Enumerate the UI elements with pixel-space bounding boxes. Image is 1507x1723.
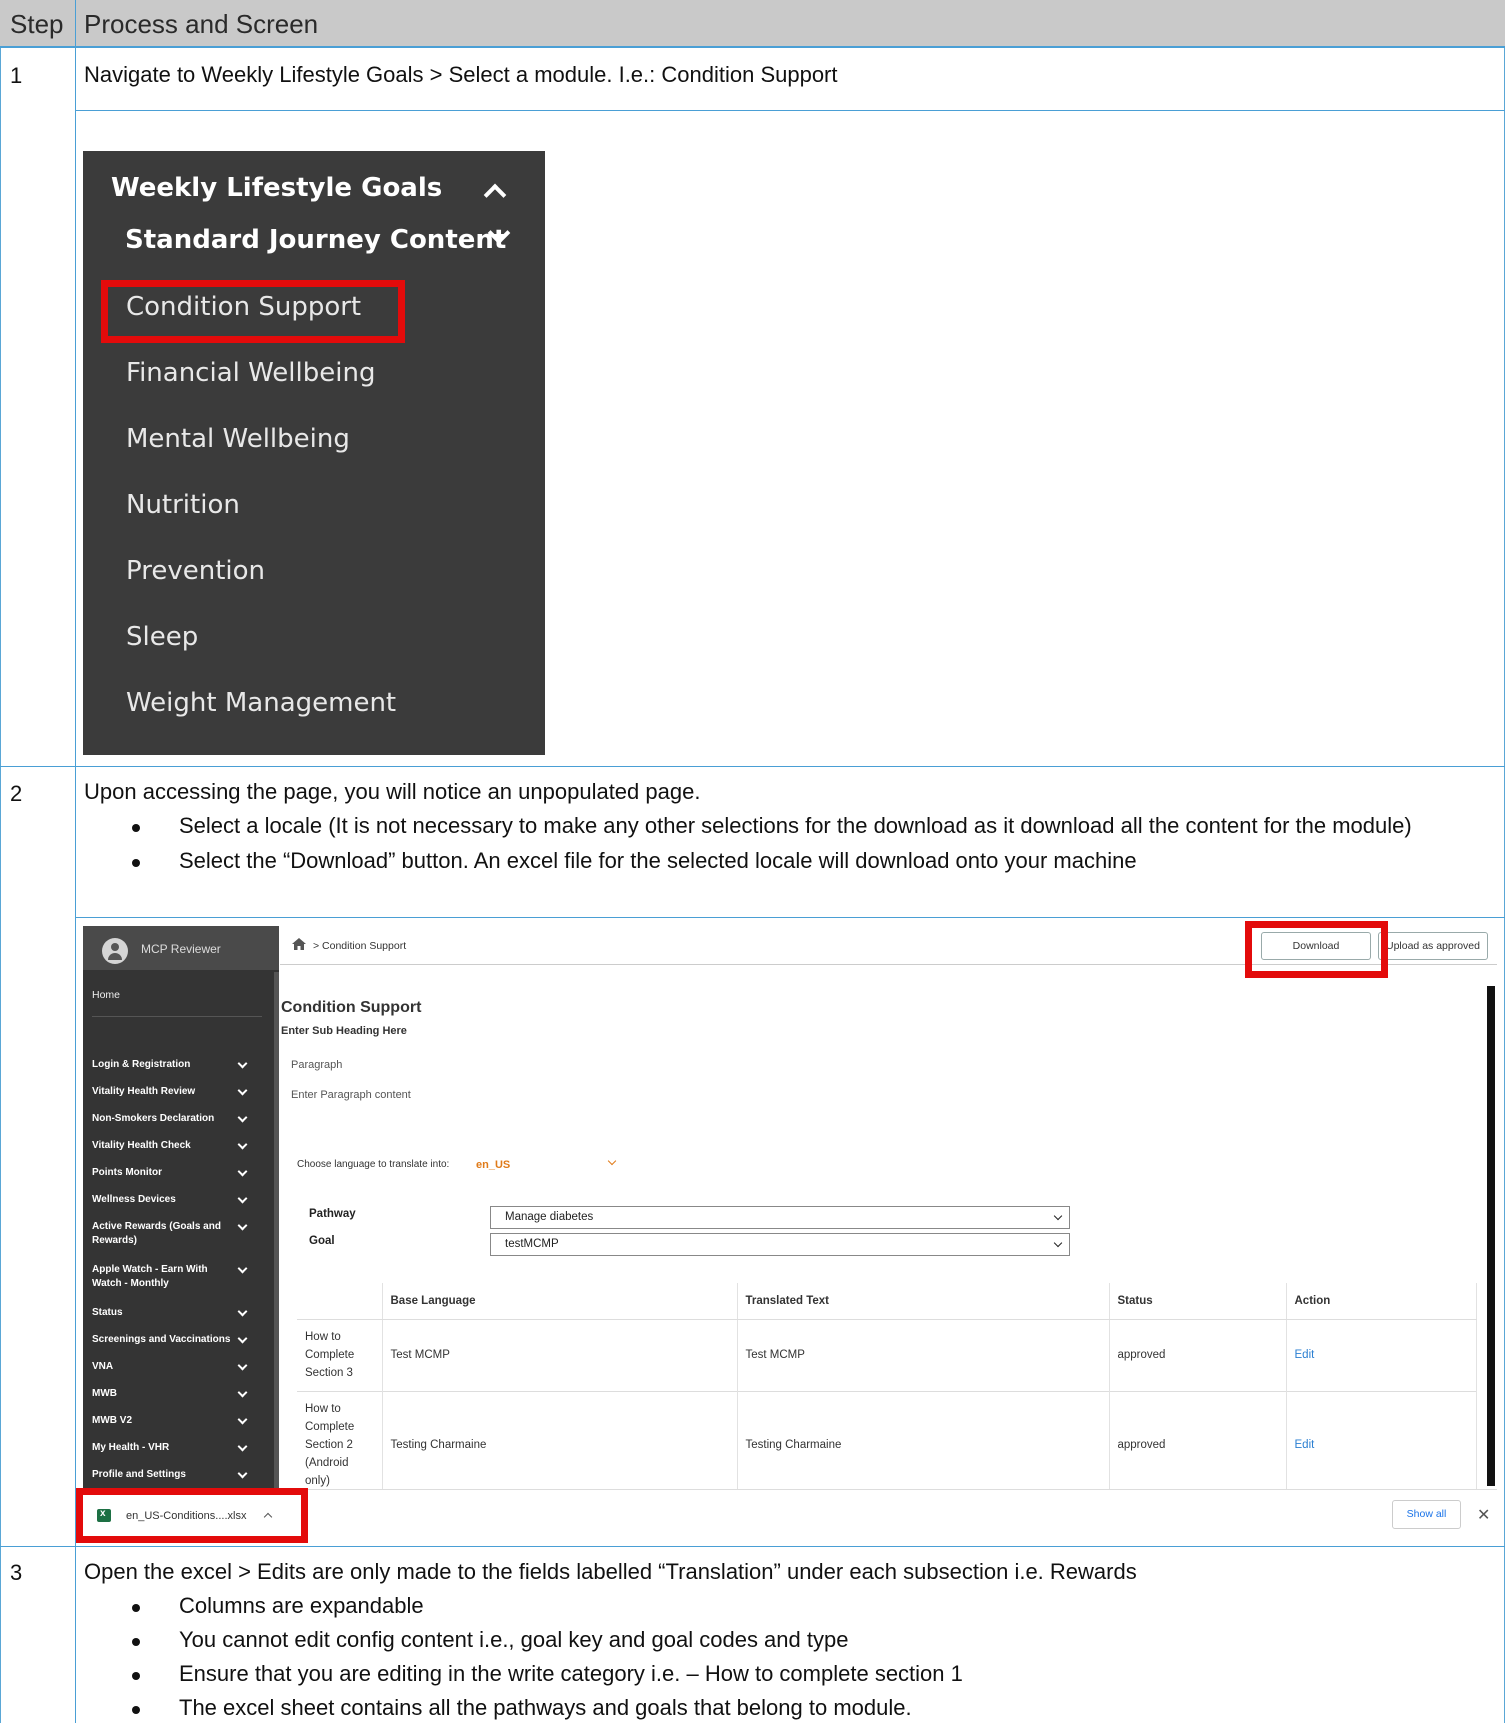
table-row: How to Complete Section 3 Test MCMP Test… (297, 1318, 1477, 1391)
menu-item-sleep[interactable]: Sleep (126, 622, 198, 652)
header-step: Step (10, 9, 64, 39)
upload-approved-button[interactable]: Upload as approved (1378, 932, 1488, 960)
edit-link[interactable]: Edit (1295, 1349, 1315, 1361)
menu-item-financial-wellbeing[interactable]: Financial Wellbeing (126, 358, 375, 388)
sidebar-item-home[interactable]: Home (92, 989, 120, 1001)
sidebar-item[interactable]: Profile and Settings (92, 1468, 232, 1482)
close-icon[interactable]: ✕ (1477, 1505, 1490, 1525)
sidebar-item[interactable]: MWB V2 (92, 1414, 232, 1428)
sidebar-item[interactable]: MWB (92, 1387, 232, 1401)
table-row: How to Complete Section 2 (Android only)… (297, 1390, 1477, 1498)
list-item: Ensure that you are editing in the write… (132, 1657, 1492, 1691)
condition-support-page-screenshot: MCP Reviewer Home Login & Registration Vi… (83, 926, 1497, 1540)
chevron-down-icon[interactable] (607, 1156, 617, 1166)
weekly-lifestyle-menu-screenshot: Weekly Lifestyle Goals Standard Journey … (83, 151, 545, 755)
translation-table: Base Language Translated Text Status Act… (297, 1283, 1477, 1498)
menu-subtitle[interactable]: Standard Journey Content (125, 225, 506, 255)
scrollbar[interactable] (1487, 986, 1495, 1486)
menu-item-nutrition[interactable]: Nutrition (126, 490, 240, 520)
highlight-box (101, 280, 405, 343)
list-item: Columns are expandable (132, 1589, 1492, 1623)
menu-title[interactable]: Weekly Lifestyle Goals (111, 173, 442, 203)
chevron-down-icon[interactable] (237, 1220, 248, 1231)
language-select[interactable]: en_US (476, 1159, 510, 1171)
step-number: 1 (10, 63, 23, 88)
step-instruction: Open the excel > Edits are only made to … (84, 1559, 1137, 1584)
language-label: Choose language to translate into: (297, 1159, 450, 1170)
sidebar-item[interactable]: Non-Smokers Declaration (92, 1112, 232, 1126)
chevron-down-icon[interactable] (237, 1387, 248, 1398)
breadcrumb-text[interactable]: > Condition Support (313, 940, 406, 952)
step-bullets: Select a locale (It is not necessary to … (132, 809, 1492, 878)
menu-item-prevention[interactable]: Prevention (126, 556, 265, 586)
chevron-down-icon[interactable] (237, 1166, 248, 1177)
chevron-down-icon[interactable] (237, 1306, 248, 1317)
pathway-label: Pathway (309, 1208, 356, 1220)
sidebar-item[interactable]: Status (92, 1306, 232, 1320)
menu-item-weight-management[interactable]: Weight Management (126, 688, 396, 718)
step-number: 3 (10, 1560, 23, 1585)
scrollbar[interactable] (274, 972, 279, 1490)
sidebar-item[interactable]: Vitality Health Check (92, 1139, 232, 1153)
sidebar-item[interactable]: Points Monitor (92, 1166, 232, 1180)
sidebar-item[interactable]: VNA (92, 1360, 232, 1374)
chevron-down-icon[interactable] (237, 1414, 248, 1425)
step-number: 2 (10, 781, 23, 806)
sidebar-item[interactable]: Wellness Devices (92, 1193, 232, 1207)
menu-item-mental-wellbeing[interactable]: Mental Wellbeing (126, 424, 350, 454)
goal-select[interactable]: testMCMP (490, 1233, 1070, 1256)
show-all-button[interactable]: Show all (1392, 1500, 1461, 1529)
list-item: Select a locale (It is not necessary to … (132, 809, 1492, 843)
step-instruction: Navigate to Weekly Lifestyle Goals > Sel… (84, 62, 838, 87)
step-instruction: Upon accessing the page, you will notice… (84, 779, 701, 804)
user-name: MCP Reviewer (141, 942, 221, 956)
chevron-down-icon[interactable] (237, 1360, 248, 1371)
sidebar-item[interactable]: My Health - VHR (92, 1441, 232, 1455)
sidebar-item[interactable]: Login & Registration (92, 1058, 232, 1072)
chevron-down-icon[interactable] (237, 1112, 248, 1123)
chevron-down-icon[interactable] (237, 1058, 248, 1069)
chevron-down-icon[interactable] (237, 1263, 248, 1274)
header-process: Process and Screen (84, 9, 319, 39)
list-item: The excel sheet contains all the pathway… (132, 1691, 1492, 1723)
sidebar-item[interactable]: Screenings and Vaccinations (92, 1333, 232, 1347)
sidebar: MCP Reviewer Home Login & Registration Vi… (83, 926, 279, 1507)
paragraph-content: Enter Paragraph content (291, 1089, 411, 1101)
sub-heading: Enter Sub Heading Here (281, 1025, 407, 1037)
chevron-down-icon[interactable] (237, 1193, 248, 1204)
avatar (102, 938, 128, 964)
pathway-select[interactable]: Manage diabetes (490, 1206, 1070, 1229)
chevron-down-icon[interactable] (237, 1085, 248, 1096)
paragraph-label: Paragraph (291, 1059, 343, 1071)
chevron-down-icon[interactable] (237, 1441, 248, 1452)
chevron-down-icon[interactable] (237, 1468, 248, 1479)
sidebar-item[interactable]: Active Rewards (Goals and Rewards) (92, 1220, 232, 1248)
highlight-box (76, 1488, 308, 1543)
sidebar-item[interactable]: Vitality Health Review (92, 1085, 232, 1099)
step-bullets: Columns are expandable You cannot edit c… (132, 1589, 1492, 1723)
page-title: Condition Support (281, 999, 422, 1016)
list-item: Select the “Download” button. An excel f… (132, 844, 1492, 878)
sidebar-item[interactable]: Apple Watch - Earn With Watch - Monthly (92, 1263, 232, 1291)
home-icon[interactable] (292, 938, 306, 950)
table-header-row: Base Language Translated Text Status Act… (297, 1283, 1477, 1320)
chevron-up-icon[interactable] (483, 183, 507, 207)
list-item: You cannot edit config content i.e., goa… (132, 1623, 1492, 1657)
chevron-down-icon[interactable] (237, 1333, 248, 1344)
goal-label: Goal (309, 1235, 335, 1247)
highlight-box (1245, 921, 1388, 978)
chevron-down-icon[interactable] (237, 1139, 248, 1150)
table-header: Step Process and Screen (0, 0, 1505, 48)
edit-link[interactable]: Edit (1295, 1439, 1315, 1451)
